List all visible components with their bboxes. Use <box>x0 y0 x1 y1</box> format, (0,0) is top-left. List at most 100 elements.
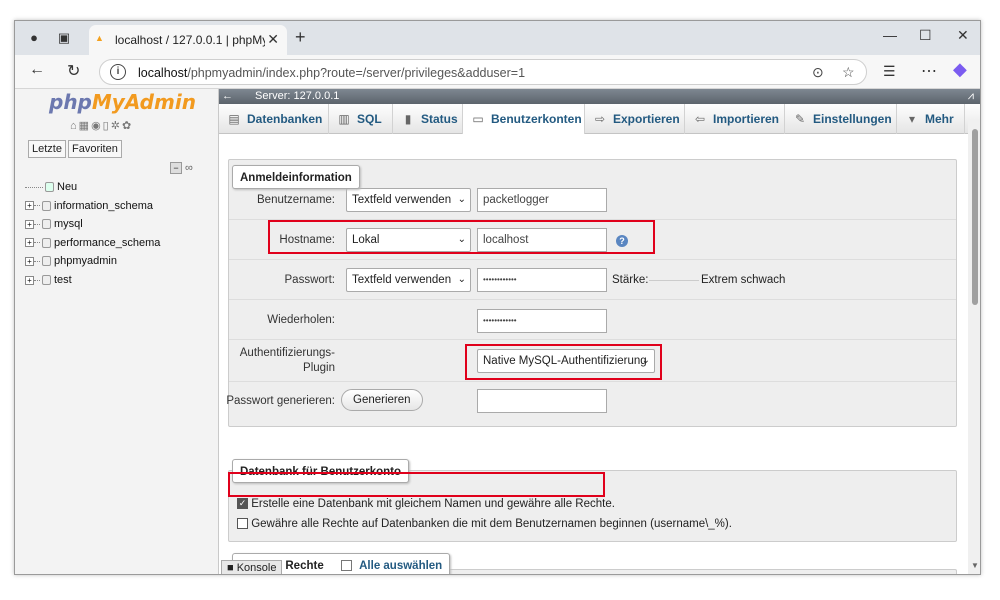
tree-item-new[interactable]: Neu <box>25 181 160 200</box>
username-input[interactable]: packetlogger <box>477 188 607 212</box>
new-db-icon <box>45 182 54 193</box>
repeat-label: Wiederholen: <box>267 314 335 326</box>
tree-item-phpmyadmin[interactable]: + phpmyadmin <box>25 255 160 274</box>
generated-password-input[interactable] <box>477 389 607 413</box>
tab-databases[interactable]: ▤ Datenbanken <box>219 104 329 134</box>
strength-meter <box>649 280 699 281</box>
grant-wildcard-option[interactable]: Gewähre alle Rechte auf Datenbanken die … <box>237 518 732 530</box>
generate-password-row: Passwort generieren: Generieren <box>226 382 956 422</box>
chevron-down-icon: ⌄ <box>457 274 466 285</box>
scroll-down-icon[interactable]: ▼ <box>971 561 979 570</box>
maximize-icon[interactable]: ☐ <box>919 27 932 44</box>
profile-icon[interactable]: ● <box>25 29 43 47</box>
database-icon <box>42 256 51 267</box>
tab-settings[interactable]: ✎ Einstellungen <box>785 104 897 134</box>
auth-plugin-select[interactable]: Native MySQL-Authentifizierung ⌄ <box>477 349 655 373</box>
address-bar[interactable]: i localhost/phpmyadmin/index.php?route=/… <box>99 59 867 85</box>
phpmyadmin-logo[interactable]: phpMyAdmin <box>49 90 196 114</box>
reload-nav-icon[interactable]: ✿ <box>122 120 133 132</box>
select-all-checkbox[interactable] <box>340 560 352 572</box>
tree-item-performance-schema[interactable]: + performance_schema <box>25 237 160 256</box>
quick-links: ⌂▦◉▯✲✿ <box>70 119 133 132</box>
help-icon[interactable]: ◉ <box>91 120 103 132</box>
expand-icon[interactable]: + <box>25 275 34 285</box>
checkbox[interactable] <box>237 518 248 530</box>
tab-more[interactable]: ▾ Mehr <box>897 104 965 134</box>
checkbox-checked[interactable]: ✓ <box>237 498 248 510</box>
create-db-option[interactable]: ✓ Erstelle eine Datenbank mit gleichem N… <box>237 498 615 510</box>
favorites-icon[interactable]: ☰ <box>883 63 896 80</box>
browser-tab-bar: ● ▣ ▲ localhost / 127.0.0.1 | phpMyAdmin… <box>15 21 980 55</box>
auth-plugin-row: Authentifizierungs- Plugin Native MySQL-… <box>229 340 956 382</box>
password-input[interactable]: •••••••••••• <box>477 268 607 292</box>
link-with-main-icon[interactable]: ∞ <box>185 162 193 174</box>
tree-item-mysql[interactable]: + mysql <box>25 218 160 237</box>
auth-plugin-label-2: Plugin <box>303 362 335 374</box>
new-tab-icon[interactable]: + <box>295 27 306 48</box>
user-accounts-icon: ▭ <box>472 112 484 126</box>
login-info-legend: Anmeldeinformation <box>232 165 360 189</box>
chevron-down-icon: ▾ <box>908 112 916 126</box>
reload-icon[interactable]: ↻ <box>67 61 80 81</box>
favorites-button[interactable]: Favoriten <box>68 140 122 158</box>
navigation-panel: phpMyAdmin ⌂▦◉▯✲✿ Letzte Favoriten − ∞ N… <box>15 89 219 574</box>
browser-window: ● ▣ ▲ localhost / 127.0.0.1 | phpMyAdmin… <box>14 20 981 575</box>
server-breadcrumb: ← Server: 127.0.0.1 ⩘ <box>219 89 980 104</box>
scrollbar-thumb[interactable] <box>972 129 978 305</box>
scroll-top-icon[interactable]: ⩘ <box>968 89 974 104</box>
recent-button[interactable]: Letzte <box>28 140 66 158</box>
logout-icon[interactable]: ▦ <box>79 120 91 132</box>
password-mode-select[interactable]: Textfeld verwenden ⌄ <box>346 268 471 292</box>
favorite-star-icon[interactable]: ☆ <box>842 64 855 81</box>
collapse-all-icon[interactable]: − <box>170 162 182 174</box>
help-icon[interactable]: ? <box>616 235 628 247</box>
repeat-password-input[interactable]: •••••••••••• <box>477 309 607 333</box>
hostname-input[interactable]: localhost <box>477 228 607 252</box>
database-icon <box>42 275 51 286</box>
close-window-icon[interactable]: ✕ <box>957 27 969 44</box>
tab-actions-icon[interactable]: ▣ <box>55 29 73 47</box>
hostname-mode-select[interactable]: Lokal ⌄ <box>346 228 471 252</box>
collapse-nav-icon[interactable]: ← <box>222 89 233 104</box>
browser-tab[interactable]: ▲ localhost / 127.0.0.1 | phpMyAdmin ✕ <box>89 25 287 55</box>
select-all-label[interactable]: Alle auswählen <box>359 560 442 572</box>
settings-gear-icon[interactable]: ✲ <box>111 120 122 132</box>
password-label: Passwort: <box>284 274 336 286</box>
site-info-icon[interactable]: i <box>110 64 126 80</box>
strength-label: Stärke: <box>612 274 649 286</box>
minimize-icon[interactable]: — <box>883 27 897 43</box>
main-scrollbar[interactable]: ▼ <box>968 119 980 574</box>
tab-user-accounts[interactable]: ▭ Benutzerkonten <box>463 104 585 134</box>
copilot-icon[interactable]: ◆ <box>953 59 967 80</box>
generate-button[interactable]: Generieren <box>341 389 423 411</box>
password-row: Passwort: Textfeld verwenden ⌄ ••••••••••… <box>229 260 956 300</box>
home-icon[interactable]: ⌂ <box>70 120 79 132</box>
browser-toolbar: ← ↻ i localhost/phpmyadmin/index.php?rou… <box>15 55 980 89</box>
expand-icon[interactable]: + <box>25 201 34 211</box>
import-icon: ⇦ <box>694 112 706 126</box>
reader-icon[interactable]: ⊙ <box>812 64 824 81</box>
hostname-row: Hostname: Lokal ⌄ localhost ? <box>229 220 956 260</box>
back-icon[interactable]: ← <box>29 61 45 79</box>
expand-icon[interactable]: + <box>25 238 34 248</box>
close-tab-icon[interactable]: ✕ <box>267 31 279 48</box>
tree-item-information-schema[interactable]: + information_schema <box>25 200 160 219</box>
tab-sql[interactable]: ▥ SQL <box>329 104 393 134</box>
status-icon: ▮ <box>404 112 412 126</box>
username-label: Benutzername: <box>257 194 335 206</box>
tab-status[interactable]: ▮ Status <box>393 104 463 134</box>
tab-import[interactable]: ⇦ Importieren <box>685 104 785 134</box>
docs-icon[interactable]: ▯ <box>103 120 111 132</box>
generate-password-label: Passwort generieren: <box>226 395 335 407</box>
server-label[interactable]: Server: 127.0.0.1 <box>255 89 339 104</box>
databases-icon: ▤ <box>228 112 240 126</box>
username-mode-select[interactable]: Textfeld verwenden ⌄ <box>346 188 471 212</box>
tab-export[interactable]: ⇨ Exportieren <box>585 104 685 134</box>
url-text: localhost/phpmyadmin/index.php?route=/se… <box>138 66 526 80</box>
expand-icon[interactable]: + <box>25 256 34 266</box>
more-icon[interactable]: ⋯ <box>921 61 937 81</box>
expand-icon[interactable]: + <box>25 219 34 229</box>
console-icon: ■ <box>227 562 234 574</box>
tree-item-test[interactable]: + test <box>25 274 160 293</box>
console-toggle[interactable]: ■ Konsole <box>221 560 283 574</box>
